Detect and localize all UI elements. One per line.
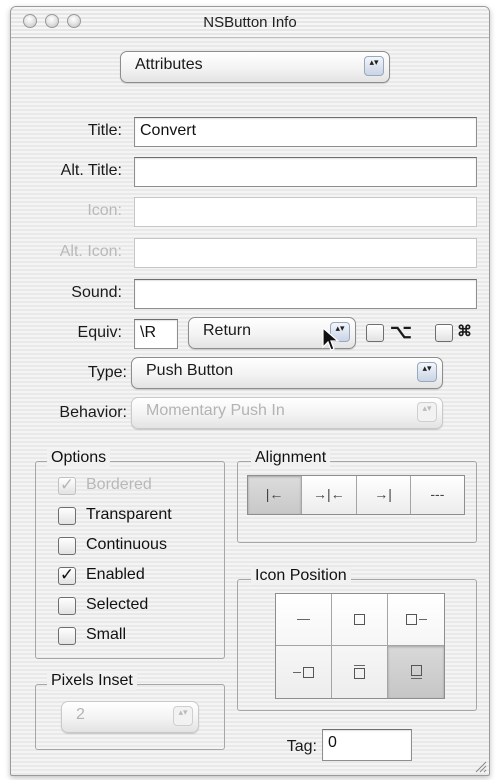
icon-position-no-icon[interactable] [276, 594, 332, 646]
behavior-popup: Momentary Push In ▴▾ [131, 397, 443, 429]
icon-position-image-below[interactable] [332, 646, 388, 698]
popup-stepper-icon: ▴▾ [364, 56, 384, 76]
small-label: Small [86, 626, 127, 643]
selected-checkbox[interactable] [58, 597, 76, 615]
sound-field[interactable] [134, 279, 477, 309]
popup-stepper-icon: ▴▾ [417, 402, 437, 422]
align-right-segment[interactable]: →| [357, 476, 411, 514]
type-value: Push Button [146, 362, 234, 379]
image-right-icon [303, 666, 314, 678]
alignment-group-title: Alignment [251, 449, 331, 467]
icon-position-matrix[interactable] [275, 593, 445, 699]
transparent-checkbox[interactable] [58, 507, 76, 525]
image-below-icon [354, 665, 365, 679]
pixels-inset-group-title: Pixels Inset [47, 672, 137, 690]
transparent-label: Transparent [86, 506, 172, 523]
icon-position-image-right[interactable] [276, 646, 332, 698]
window-title: NSButton Info [203, 14, 297, 31]
mouse-pointer-icon [322, 327, 340, 351]
command-key-icon: ⌘ [457, 323, 472, 340]
title-only-icon [297, 619, 310, 620]
title-bar[interactable]: NSButton Info [11, 7, 489, 38]
command-modifier-checkbox[interactable] [435, 324, 453, 342]
pixels-inset-popup: 2 ▴▾ [61, 701, 199, 733]
icon-position-image-left[interactable] [388, 594, 444, 646]
icon-position-image-above[interactable] [388, 646, 444, 698]
small-checkbox[interactable] [58, 627, 76, 645]
continuous-label: Continuous [86, 536, 167, 553]
continuous-checkbox[interactable] [58, 537, 76, 555]
pixels-inset-value: 2 [76, 706, 85, 723]
behavior-value: Momentary Push In [146, 402, 285, 419]
bordered-label: Bordered [86, 476, 152, 493]
options-group-title: Options [47, 449, 111, 467]
alt-icon-label: Alt. Icon: [59, 243, 122, 260]
enabled-checkbox[interactable]: ✓ [58, 566, 76, 585]
option-key-icon: ⌥ [390, 322, 412, 343]
option-modifier-checkbox[interactable] [366, 324, 384, 342]
icon-field [134, 197, 477, 227]
behavior-label: Behavior: [59, 404, 127, 421]
selected-label: Selected [86, 596, 149, 613]
title-field[interactable]: Convert [134, 117, 477, 147]
image-only-icon [354, 614, 365, 625]
inspector-section-value: Attributes [135, 56, 203, 73]
inspector-section-popup[interactable]: Attributes ▴▾ [120, 51, 390, 83]
icon-position-icon-only[interactable] [332, 594, 388, 646]
icon-position-group-title: Icon Position [251, 567, 351, 585]
tag-field[interactable]: 0 [322, 729, 412, 761]
alt-title-field[interactable] [134, 157, 477, 187]
type-popup[interactable]: Push Button ▴▾ [131, 357, 443, 389]
bordered-checkbox: ✓ [58, 475, 76, 495]
align-center-segment[interactable]: →|← [302, 476, 357, 514]
type-label: Type: [87, 364, 127, 381]
align-left-segment[interactable]: |← [248, 476, 303, 514]
title-label: Title: [87, 122, 122, 139]
alt-title-label: Alt. Title: [60, 162, 122, 179]
popup-stepper-icon: ▴▾ [173, 706, 193, 726]
equiv-label: Equiv: [77, 324, 122, 341]
enabled-label: Enabled [86, 566, 145, 583]
equiv-key-value: Return [203, 322, 252, 339]
align-natural-segment[interactable]: --- [411, 476, 464, 514]
image-left-icon [405, 614, 417, 625]
tag-label: Tag: [286, 738, 317, 755]
equiv-field[interactable]: \R [134, 319, 178, 349]
resize-grip-icon[interactable] [473, 759, 487, 773]
icon-label: Icon: [87, 202, 122, 219]
image-above-icon [410, 665, 422, 679]
alt-icon-field [134, 238, 477, 268]
inspector-window: NSButton Info Attributes ▴▾ Title: Conve… [10, 6, 490, 776]
alignment-segmented-control[interactable]: |← →|← →| --- [247, 475, 465, 515]
sound-label: Sound: [71, 284, 122, 301]
popup-stepper-icon: ▴▾ [417, 362, 437, 382]
